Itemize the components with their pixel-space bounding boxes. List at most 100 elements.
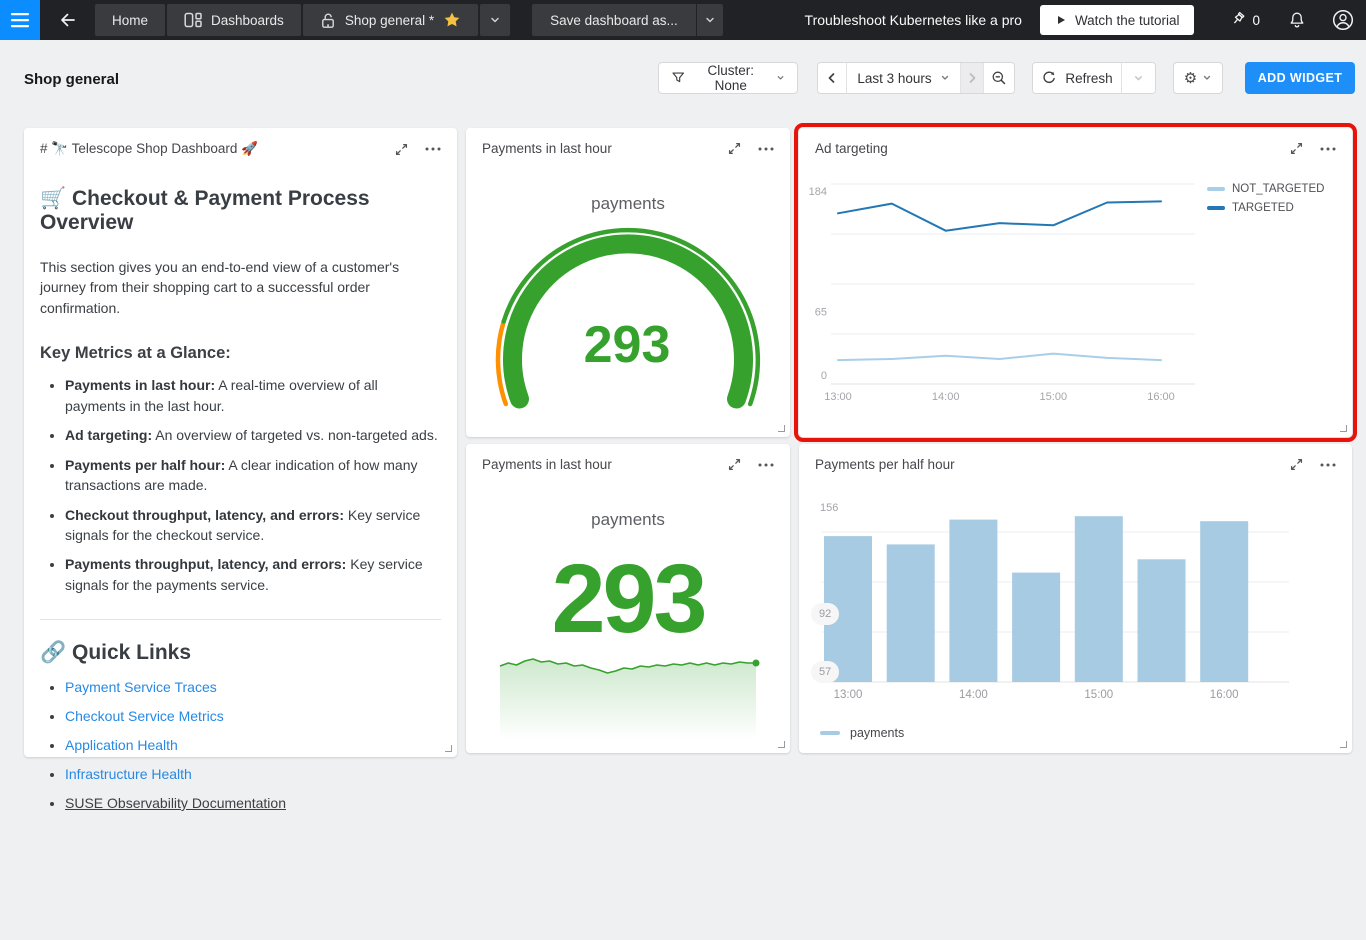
y-axis-pill: 92 <box>811 603 839 625</box>
legend-item[interactable]: NOT_TARGETED <box>1207 183 1324 195</box>
pinned-items-button[interactable]: 0 <box>1228 11 1260 29</box>
ad-chart-svg: 18465013:0014:0015:0016:00 <box>799 128 1352 437</box>
play-icon <box>1055 14 1067 26</box>
navbar-right: Troubleshoot Kubernetes like a pro Watch… <box>805 5 1366 35</box>
chevron-down-icon <box>1202 73 1212 83</box>
y-axis-pill: 57 <box>811 661 839 683</box>
bar-widget: Payments per half hour 13:0014:0015:0016… <box>799 444 1352 753</box>
widget-menu-button[interactable] <box>425 147 441 151</box>
refresh-options-chevron[interactable] <box>1121 63 1155 93</box>
dashboard-settings-button[interactable]: ⚙ <box>1173 62 1223 94</box>
quick-link[interactable]: Infrastructure Health <box>65 766 192 782</box>
metric-item: Ad targeting: An overview of targeted vs… <box>65 425 441 445</box>
resize-handle[interactable] <box>445 745 452 752</box>
arrow-left-icon <box>58 10 78 30</box>
add-widget-button[interactable]: ADD WIDGET <box>1245 62 1355 94</box>
save-dashboard-as-button[interactable]: Save dashboard as... <box>532 4 696 36</box>
metric-item: Payments per half hour: A clear indicati… <box>65 455 441 496</box>
expand-widget-button[interactable] <box>394 142 409 157</box>
hamburger-menu-button[interactable] <box>0 0 40 40</box>
pin-count: 0 <box>1252 13 1260 28</box>
expand-widget-button[interactable] <box>727 457 742 472</box>
time-range-button[interactable]: Last 3 hours <box>846 63 960 93</box>
resize-handle[interactable] <box>778 425 785 432</box>
refresh-icon <box>1041 70 1057 86</box>
quick-link[interactable]: Payment Service Traces <box>65 679 217 695</box>
widget-title: Payments per half hour <box>815 457 1273 472</box>
time-zoom-out-button[interactable] <box>983 63 1014 93</box>
legend-item[interactable]: TARGETED <box>1207 202 1324 214</box>
bar[interactable] <box>1075 516 1123 682</box>
watch-tutorial-label: Watch the tutorial <box>1075 13 1180 28</box>
expand-widget-button[interactable] <box>1289 141 1304 156</box>
promo-text: Troubleshoot Kubernetes like a pro <box>805 12 1022 28</box>
x-axis-label: 14:00 <box>959 689 988 701</box>
save-dashboard-as-chevron[interactable] <box>696 4 723 36</box>
notifications-button[interactable] <box>1288 11 1306 30</box>
widget-menu-button[interactable] <box>1320 147 1336 151</box>
series-line-targeted <box>838 201 1161 230</box>
gauge-chart: 293 <box>466 128 790 437</box>
refresh-label: Refresh <box>1065 71 1112 86</box>
favorite-star-icon[interactable] <box>443 11 461 29</box>
cluster-filter-button[interactable]: Cluster: None <box>658 62 798 94</box>
y-axis-label: 184 <box>809 186 827 198</box>
widget-title: Ad targeting <box>815 141 1273 156</box>
time-back-button[interactable] <box>818 63 846 93</box>
time-forward-button[interactable] <box>960 63 983 93</box>
chevron-down-icon <box>940 73 950 83</box>
person-icon <box>1332 9 1354 31</box>
expand-icon <box>727 457 742 472</box>
resize-handle[interactable] <box>778 741 785 748</box>
pin-icon <box>1228 11 1246 29</box>
y-axis-label: 65 <box>815 306 827 318</box>
widget-menu-button[interactable] <box>758 147 774 151</box>
resize-handle[interactable] <box>1340 425 1347 432</box>
widget-title: Payments in last hour <box>482 457 711 472</box>
overview-intro: This section gives you an end-to-end vie… <box>40 257 441 318</box>
widget-menu-button[interactable] <box>758 463 774 467</box>
tab-shop-general[interactable]: Shop general * <box>303 4 478 36</box>
resize-handle[interactable] <box>1340 741 1347 748</box>
top-navbar: Home Dashboards Shop general * <box>0 0 1366 40</box>
ellipsis-icon <box>758 463 774 467</box>
legend-swatch <box>1207 206 1225 210</box>
widget-menu-button[interactable] <box>1320 463 1336 467</box>
widget-title: # 🔭 Telescope Shop Dashboard 🚀 <box>40 141 378 157</box>
quick-links-list: Payment Service Traces Checkout Service M… <box>65 677 441 813</box>
quick-link[interactable]: Application Health <box>65 737 178 753</box>
legend-swatch <box>1207 187 1225 191</box>
markdown-content: 🛒 Checkout & Payment Process Overview Th… <box>24 157 457 813</box>
watch-tutorial-button[interactable]: Watch the tutorial <box>1040 5 1195 35</box>
tab-shop-general-label: Shop general * <box>345 13 434 28</box>
tab-overflow-chevron[interactable] <box>480 4 510 36</box>
expand-icon <box>727 141 742 156</box>
expand-icon <box>394 142 409 157</box>
metric-item: Payments in last hour: A real-time overv… <box>65 375 441 416</box>
ad-targeting-widget: Ad targeting 18465013:0014:0015:0016:00 … <box>799 128 1352 437</box>
spark-svg <box>466 444 790 753</box>
payments-number-widget: Payments in last hour payments 293 <box>466 444 790 753</box>
tab-home[interactable]: Home <box>95 4 165 36</box>
bar[interactable] <box>1012 573 1060 682</box>
expand-widget-button[interactable] <box>727 141 742 156</box>
user-avatar[interactable] <box>1332 9 1354 31</box>
doc-link[interactable]: SUSE Observability Documentation <box>65 795 286 811</box>
ellipsis-icon <box>425 147 441 151</box>
x-axis-label: 14:00 <box>932 391 960 403</box>
bar[interactable] <box>887 544 935 682</box>
quick-link[interactable]: Checkout Service Metrics <box>65 708 224 724</box>
widget-title: Payments in last hour <box>482 141 711 156</box>
bar-legend[interactable]: payments <box>820 726 904 740</box>
bar[interactable] <box>1138 559 1186 682</box>
back-button[interactable] <box>48 0 88 40</box>
bar[interactable] <box>1200 521 1248 682</box>
expand-widget-button[interactable] <box>1289 457 1304 472</box>
ad-legend: NOT_TARGETED TARGETED <box>1207 183 1324 214</box>
bar[interactable] <box>949 520 997 682</box>
refresh-button[interactable]: Refresh <box>1033 63 1121 93</box>
spark-dot <box>753 660 760 667</box>
metrics-list: Payments in last hour: A real-time overv… <box>65 375 441 595</box>
tab-dashboards[interactable]: Dashboards <box>167 4 301 36</box>
gauge-value: 293 <box>584 316 671 374</box>
